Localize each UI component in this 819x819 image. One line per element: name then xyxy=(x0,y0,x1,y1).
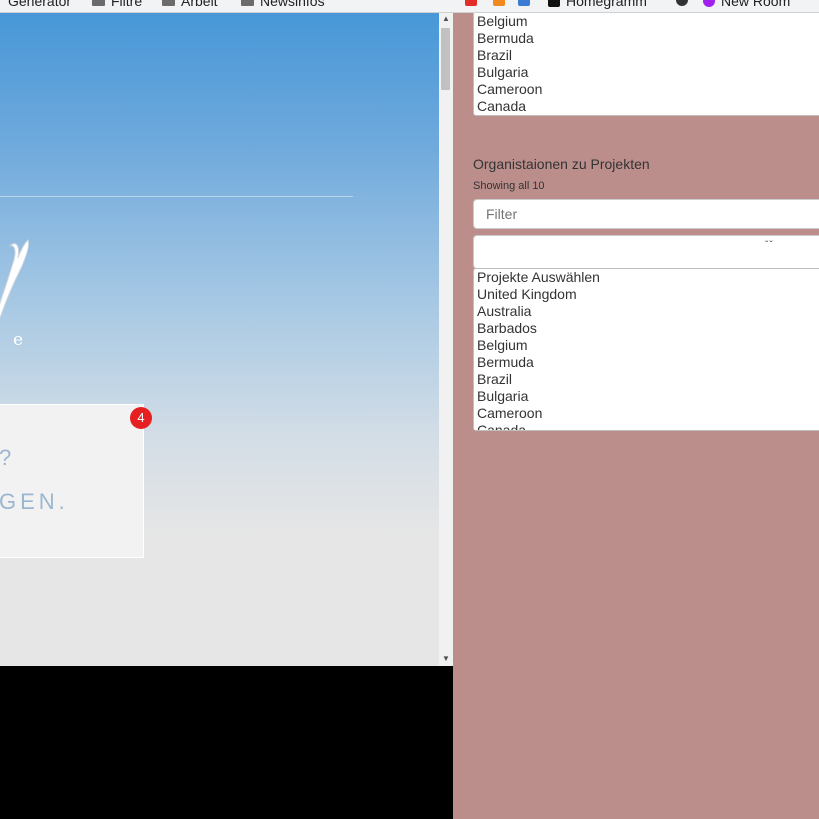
list-option[interactable]: Bermuda xyxy=(474,354,819,371)
room-icon xyxy=(703,0,715,7)
card-question: ? xyxy=(0,445,14,470)
side-panel: BarbadosBelgiumBermudaBrazilBulgariaCame… xyxy=(453,0,819,819)
list-option[interactable]: United Kingdom xyxy=(474,286,819,303)
hero-section: e ? GEN. 4 xyxy=(0,12,439,666)
list-option[interactable]: Australia xyxy=(474,303,819,320)
project-listbox[interactable]: Projekte Auswählen United Kingdom Australi… xyxy=(473,268,819,431)
translate-icon[interactable] xyxy=(518,0,530,6)
scroll-thumb[interactable] xyxy=(441,28,450,90)
section-title: Organistaionen zu Projekten xyxy=(473,156,650,172)
youtube-icon[interactable] xyxy=(465,0,477,6)
card-cta-text: GEN. xyxy=(0,489,69,514)
bookmarks-bar: Generator Filtre Arbeit Newsinfos Homegr… xyxy=(0,0,819,13)
list-option[interactable]: Bulgaria xyxy=(474,388,819,405)
bookmark-generator[interactable]: Generator xyxy=(8,0,71,9)
bookmark-homegramm[interactable]: Homegramm xyxy=(548,0,647,9)
filter-input[interactable] xyxy=(473,199,819,229)
list-option[interactable]: Bermuda xyxy=(474,30,819,47)
blank-area xyxy=(0,666,453,819)
bookmark-newsinfos[interactable]: Newsinfos xyxy=(241,0,325,9)
scroll-down-arrow-icon[interactable]: ▼ xyxy=(439,652,453,666)
hero-divider xyxy=(0,196,353,197)
logo-letter: e xyxy=(13,330,24,350)
page-scrollbar[interactable]: ▲ ▼ xyxy=(439,12,453,666)
folder-icon xyxy=(241,0,254,6)
list-option[interactable]: Canada xyxy=(474,98,819,115)
list-option[interactable]: Canada xyxy=(474,422,819,430)
list-option[interactable]: Projekte Auswählen xyxy=(474,269,819,286)
chevron-down-icon: ˇˇ xyxy=(765,240,774,251)
cta-card[interactable]: ? GEN. xyxy=(0,404,144,558)
list-option[interactable]: Barbados xyxy=(474,320,819,337)
list-option[interactable]: Bulgaria xyxy=(474,64,819,81)
firefox-icon[interactable] xyxy=(493,0,505,6)
list-option[interactable]: Cameroon xyxy=(474,81,819,98)
bookmark-new-room[interactable]: New Room xyxy=(703,0,790,9)
list-option[interactable]: Brazil xyxy=(474,371,819,388)
folder-icon xyxy=(92,0,105,6)
scroll-up-arrow-icon[interactable]: ▲ xyxy=(439,12,453,26)
list-option[interactable]: Brazil xyxy=(474,47,819,64)
notification-badge[interactable]: 4 xyxy=(130,407,152,429)
bookmark-filtre[interactable]: Filtre xyxy=(92,0,142,9)
list-option[interactable]: Cameroon xyxy=(474,405,819,422)
app-icon xyxy=(548,0,560,7)
list-option[interactable]: Belgium xyxy=(474,13,819,30)
section-subtitle: Showing all 10 xyxy=(473,180,545,192)
folder-icon xyxy=(162,0,175,6)
bookmark-arbeit[interactable]: Arbeit xyxy=(162,0,218,9)
list-option[interactable]: Belgium xyxy=(474,337,819,354)
project-select[interactable]: ˇˇ xyxy=(473,235,819,269)
country-listbox-top[interactable]: BarbadosBelgiumBermudaBrazilBulgariaCame… xyxy=(473,0,819,116)
github-icon[interactable] xyxy=(676,0,688,6)
logo-mark xyxy=(0,239,29,319)
